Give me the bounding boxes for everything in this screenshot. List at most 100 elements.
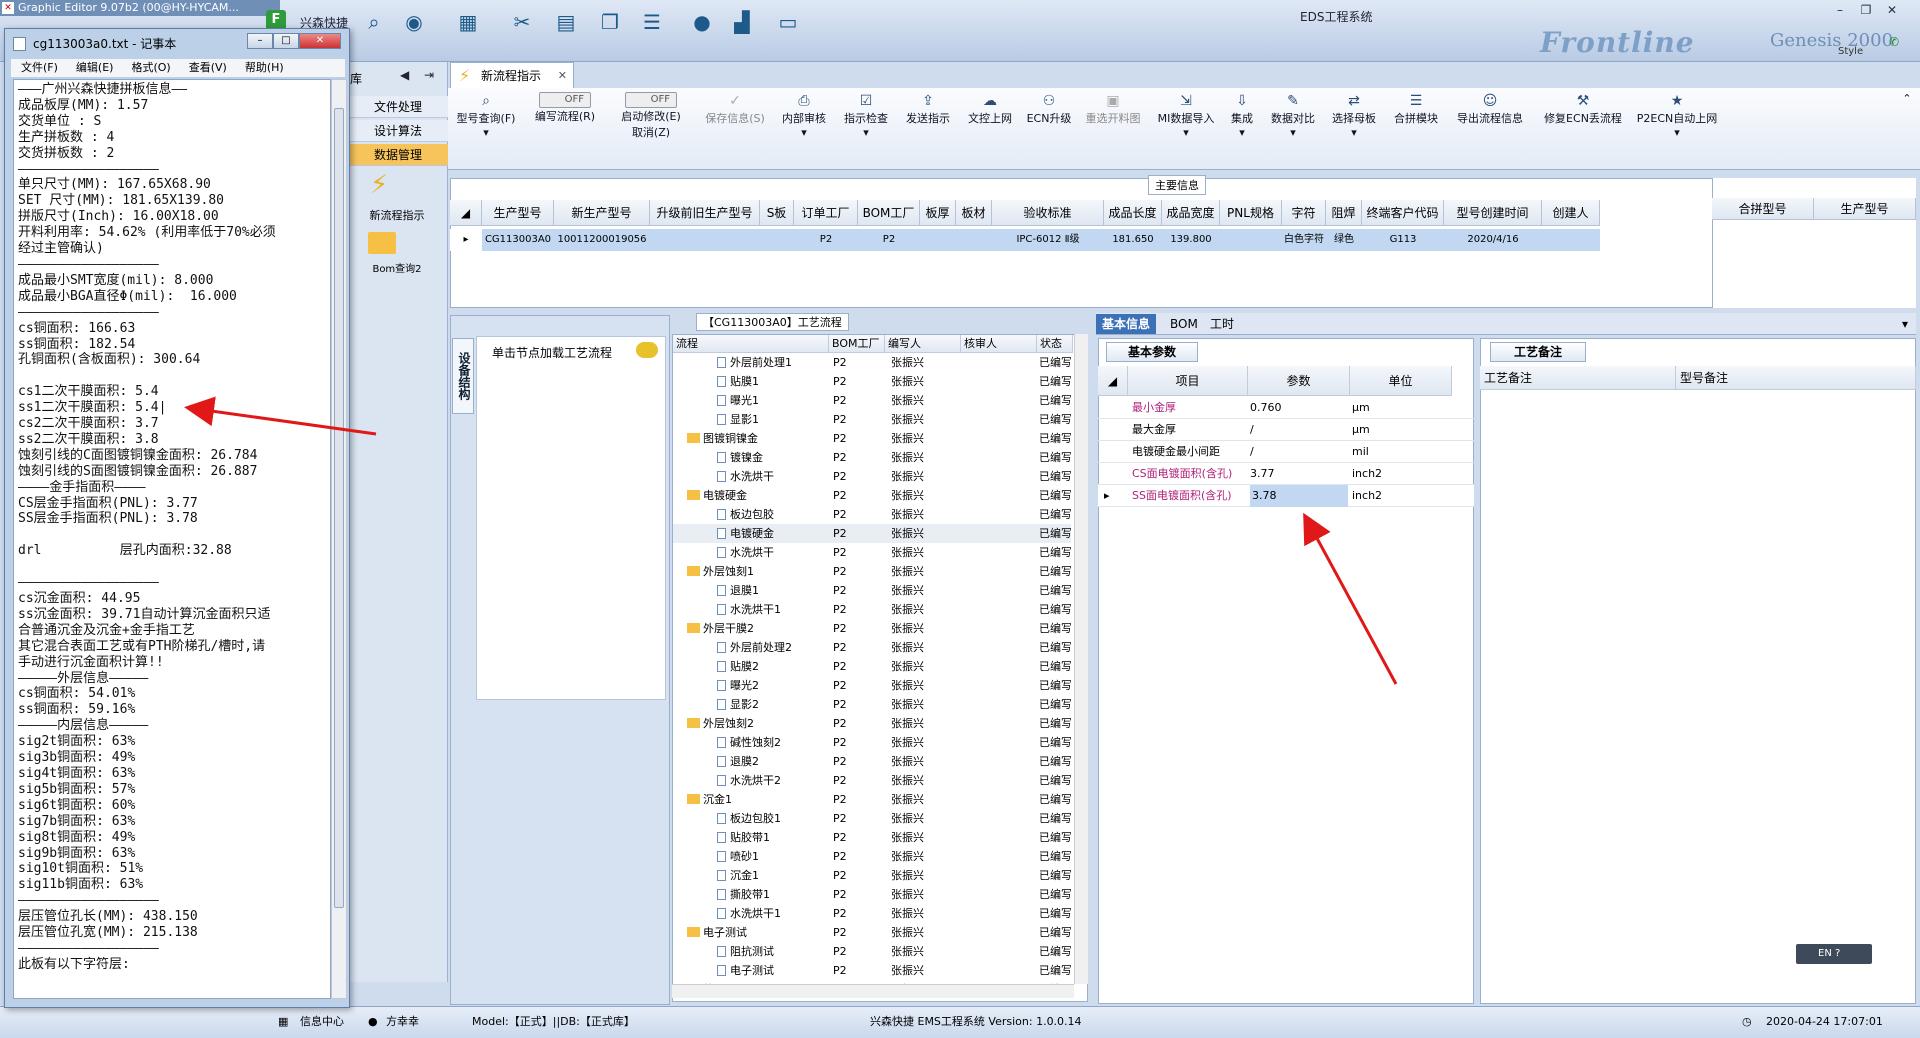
param-value[interactable]: 0.760 xyxy=(1250,397,1348,419)
process-row[interactable]: 水洗烘干1 P2 张振兴 已编写 xyxy=(673,904,1071,923)
process-row[interactable]: 外层蚀刻1 P2 张振兴 已编写 xyxy=(673,562,1071,581)
mi-import-button[interactable]: ⇲ MI数据导入 ▾ xyxy=(1154,92,1218,162)
equipment-tab[interactable]: 设备结构 xyxy=(452,338,474,414)
main-info-cell[interactable]: IPC-6012 Ⅱ级 xyxy=(992,229,1104,251)
basic-param-row[interactable]: CS面电镀面积(含孔) 3.77 inch2 xyxy=(1098,463,1474,485)
nav-new-flow-label[interactable]: 新流程指示 xyxy=(352,207,442,223)
main-info-cell[interactable] xyxy=(1542,229,1600,251)
style-label[interactable]: Style xyxy=(1838,46,1863,57)
nav-data-management[interactable]: 数据管理 xyxy=(348,144,448,166)
scissors-icon[interactable]: ✂ xyxy=(508,8,536,36)
process-row[interactable]: 贴膜1 P2 张振兴 已编写 xyxy=(673,372,1071,391)
param-value[interactable]: 3.77 xyxy=(1250,463,1348,485)
tab-work-hours[interactable]: 工时 xyxy=(1204,314,1240,334)
process-row[interactable]: 外层前处理2 P2 张振兴 已编写 xyxy=(673,638,1071,657)
param-value[interactable]: / xyxy=(1250,441,1348,463)
scrollbar-thumb[interactable] xyxy=(334,108,344,908)
process-row[interactable]: 沉金1 P2 张振兴 已编写 xyxy=(673,790,1071,809)
select-master-button[interactable]: ⇄ 选择母板 ▾ xyxy=(1326,92,1382,162)
process-row[interactable]: 退膜2 P2 张振兴 已编写 xyxy=(673,752,1071,771)
basic-param-row[interactable]: 最大金厚 / μm xyxy=(1098,419,1474,441)
process-row[interactable]: 退膜1 P2 张振兴 已编写 xyxy=(673,581,1071,600)
grid-icon[interactable]: ▦ xyxy=(454,8,482,36)
close-tab-icon[interactable]: ✕ xyxy=(558,63,567,89)
tab-basic-info[interactable]: 基本信息 xyxy=(1096,314,1157,334)
main-info-cell[interactable]: P2 xyxy=(794,229,858,251)
chart-icon[interactable]: ▟ xyxy=(728,8,756,36)
process-horizontal-scrollbar[interactable] xyxy=(672,984,1074,998)
info-center[interactable]: 信息中心 xyxy=(300,1007,344,1037)
user-icon[interactable]: ● xyxy=(688,8,716,36)
pin-icon[interactable]: ⇥ xyxy=(424,68,434,82)
fix-ecn-button[interactable]: ⚒ 修复ECN丢流程 xyxy=(1538,92,1628,162)
param-value[interactable]: 3.78 xyxy=(1250,485,1348,507)
main-info-cell[interactable] xyxy=(760,229,794,251)
merge-module-button[interactable]: ☰ 合拼模块 xyxy=(1388,92,1444,162)
process-row[interactable]: 水洗烘干 P2 张振兴 已编写 xyxy=(673,543,1071,562)
instruction-check-button[interactable]: ☑ 指示检查 ▾ xyxy=(838,92,894,162)
model-query-button[interactable]: ⌕ 型号查询(F) ▾ xyxy=(454,92,518,162)
process-row[interactable]: 外层前处理1 P2 张振兴 已编写 xyxy=(673,353,1071,372)
process-row[interactable]: 外层蚀刻2 P2 张振兴 已编写 xyxy=(673,714,1071,733)
language-bar[interactable]: EN ? xyxy=(1796,944,1872,964)
arrow-left-icon[interactable]: ◀ xyxy=(400,68,409,82)
notepad-text-area[interactable]: ———广州兴森快捷拼板信息—— 成品板厚(MM): 1.57 交货单位 : S … xyxy=(13,79,331,999)
edit-flow-toggle[interactable]: OFF xyxy=(539,92,591,108)
dropdown-icon[interactable]: ▾ xyxy=(1896,314,1914,334)
main-info-cell[interactable]: P2 xyxy=(858,229,920,251)
remark-tab[interactable]: 工艺备注 xyxy=(1490,342,1586,362)
menu-help[interactable]: 帮助(H) xyxy=(245,61,284,74)
process-row[interactable]: 电镀硬金 P2 张振兴 已编写 xyxy=(673,524,1071,543)
process-row[interactable]: 曝光2 P2 张振兴 已编写 xyxy=(673,676,1071,695)
minimize-icon[interactable]: – xyxy=(1830,2,1850,18)
doc-control-upload-button[interactable]: ☁ 文控上网 xyxy=(962,92,1018,162)
process-row[interactable]: 显影2 P2 张振兴 已编写 xyxy=(673,695,1071,714)
process-row[interactable]: 电镀硬金 P2 张振兴 已编写 xyxy=(673,486,1071,505)
nav-design-algorithm[interactable]: 设计算法 xyxy=(348,120,448,142)
process-row[interactable]: 电子测试 P2 张振兴 已编写 xyxy=(673,961,1071,980)
nav-bom-query-label[interactable]: Bom查询2 xyxy=(352,260,442,275)
monitor-icon[interactable]: ▭ xyxy=(774,8,802,36)
ecn-upgrade-button[interactable]: ⚇ ECN升级 xyxy=(1024,92,1074,162)
process-row[interactable]: 撕胶带1 P2 张振兴 已编写 xyxy=(673,885,1071,904)
menu-edit[interactable]: 编辑(E) xyxy=(76,61,114,74)
basic-params-tab[interactable]: 基本参数 xyxy=(1106,342,1198,362)
process-row[interactable]: 显影1 P2 张振兴 已编写 xyxy=(673,410,1071,429)
process-row[interactable]: 水洗烘干 P2 张振兴 已编写 xyxy=(673,467,1071,486)
basic-param-row[interactable]: 最小金厚 0.760 μm xyxy=(1098,397,1474,419)
process-row[interactable]: 喷砂1 P2 张振兴 已编写 xyxy=(673,847,1071,866)
edit-flow-button[interactable]: OFF 编写流程(R) xyxy=(530,92,600,162)
tab-bom[interactable]: BOM xyxy=(1164,314,1204,334)
phone-icon[interactable]: ✆ xyxy=(1884,34,1904,50)
maximize-button[interactable]: □ xyxy=(273,33,299,49)
close-button[interactable]: ✕ xyxy=(299,33,341,49)
export-flow-button[interactable]: ☺ 导出流程信息 xyxy=(1450,92,1530,162)
process-row[interactable]: 贴胶带1 P2 张振兴 已编写 xyxy=(673,828,1071,847)
tab-new-flow[interactable]: ⚡ 新流程指示 ✕ xyxy=(450,62,574,88)
main-info-cell[interactable]: 181.650 xyxy=(1104,229,1162,251)
menu-format[interactable]: 格式(O) xyxy=(131,61,170,74)
notepad-window[interactable]: cg113003a0.txt - 记事本 – □ ✕ 文件(F) 编辑(E) 格式(… xyxy=(4,28,350,1008)
internal-audit-button[interactable]: ⎙ 内部审核 ▾ xyxy=(776,92,832,162)
nav-file-processing[interactable]: 文件处理 xyxy=(348,96,448,118)
copy-icon[interactable]: ❐ xyxy=(596,8,624,36)
basic-param-row[interactable]: ▸ SS面电镀面积(含孔) 3.78 inch2 xyxy=(1098,485,1474,507)
menu-file[interactable]: 文件(F) xyxy=(21,61,58,74)
process-row[interactable]: 沉金1 P2 张振兴 已编写 xyxy=(673,866,1071,885)
main-info-cell[interactable] xyxy=(920,229,956,251)
main-info-cell[interactable]: 白色字符 xyxy=(1282,229,1326,251)
help-icon[interactable]: ? xyxy=(1835,948,1840,959)
main-info-cell[interactable]: 2020/4/16 xyxy=(1444,229,1542,251)
cancel-label[interactable]: 取消(Z) xyxy=(632,126,670,139)
process-row[interactable]: 外层干膜2 P2 张振兴 已编写 xyxy=(673,619,1071,638)
data-compare-button[interactable]: ✎ 数据对比 ▾ xyxy=(1266,92,1320,162)
main-info-cell[interactable]: 绿色 xyxy=(1326,229,1362,251)
start-modify-toggle[interactable]: OFF xyxy=(625,92,677,108)
minimize-button[interactable]: – xyxy=(247,33,273,49)
process-row[interactable]: 曝光1 P2 张振兴 已编写 xyxy=(673,391,1071,410)
process-row[interactable]: 碱性蚀刻2 P2 张振兴 已编写 xyxy=(673,733,1071,752)
close-icon[interactable]: ✕ xyxy=(1882,2,1902,18)
process-row[interactable]: 水洗烘干2 P2 张振兴 已编写 xyxy=(673,771,1071,790)
globe-icon[interactable]: ◉ xyxy=(400,8,428,36)
process-row[interactable]: 板边包胶 P2 张振兴 已编写 xyxy=(673,505,1071,524)
